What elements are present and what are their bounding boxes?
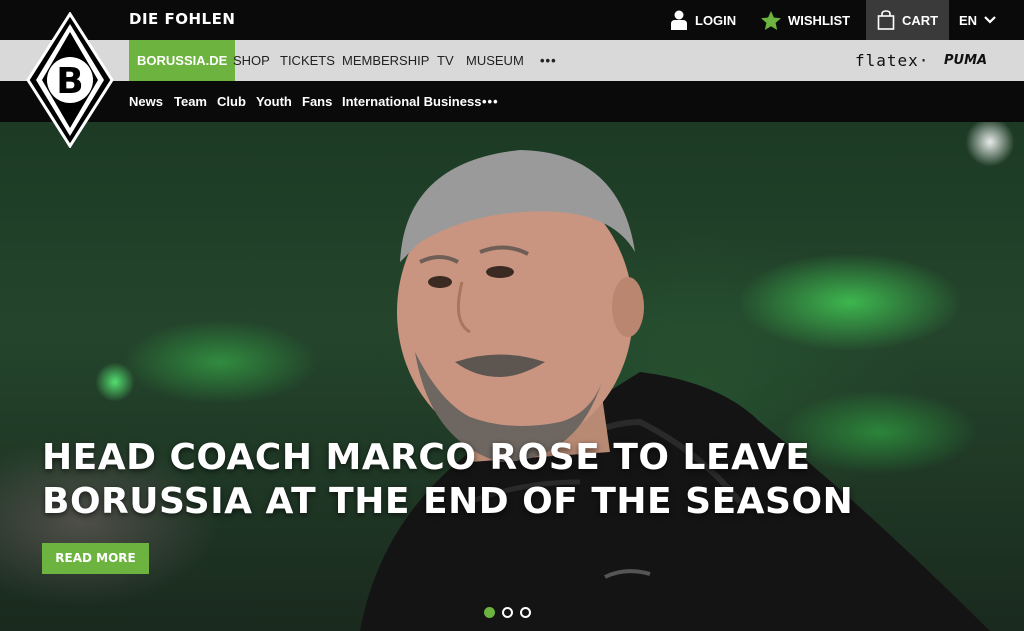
main-nav-more-button[interactable]: ••• bbox=[540, 40, 557, 81]
sponsor-puma-logo[interactable]: PUMA bbox=[944, 53, 987, 68]
subnav-item-team[interactable]: Team bbox=[174, 81, 207, 122]
user-icon bbox=[671, 10, 687, 30]
language-label: EN bbox=[959, 12, 978, 28]
subnav-item-club[interactable]: Club bbox=[217, 81, 246, 122]
subnav-more-button[interactable]: ••• bbox=[482, 81, 499, 122]
nav-item-shop[interactable]: SHOP bbox=[233, 40, 270, 81]
carousel-dot-2[interactable] bbox=[502, 607, 513, 618]
hero-headline-line-2: BORUSSIA AT THE END OF THE SEASON bbox=[42, 481, 854, 522]
nav-item-tickets[interactable]: TICKETS bbox=[280, 40, 335, 81]
carousel-indicators bbox=[484, 607, 531, 618]
sponsor-flatex-logo[interactable]: flatex· bbox=[855, 51, 929, 70]
subnav-item-youth[interactable]: Youth bbox=[256, 81, 292, 122]
site-title[interactable]: DIE FOHLEN bbox=[129, 10, 235, 28]
logo-letter: B bbox=[56, 61, 83, 102]
hero-image-coach bbox=[360, 150, 990, 631]
wishlist-button[interactable]: WISHLIST bbox=[761, 0, 850, 40]
cart-button[interactable]: CART bbox=[866, 0, 949, 40]
wishlist-label: WISHLIST bbox=[788, 12, 851, 28]
read-more-button[interactable]: READ MORE bbox=[42, 543, 149, 574]
nav-item-tv[interactable]: TV bbox=[437, 40, 454, 81]
language-selector[interactable]: EN bbox=[959, 0, 996, 40]
carousel-dot-1[interactable] bbox=[484, 607, 495, 618]
cart-label: CART bbox=[901, 12, 939, 28]
sub-nav: News Team Club Youth Fans International … bbox=[0, 81, 1024, 122]
star-icon bbox=[761, 10, 781, 30]
hero-headline[interactable]: HEAD COACH MARCO ROSE TO LEAVE BORUSSIA … bbox=[42, 436, 853, 524]
shopping-bag-icon bbox=[877, 10, 895, 30]
main-nav: BORUSSIA.DE SHOP TICKETS MEMBERSHIP TV M… bbox=[0, 40, 1024, 81]
chevron-down-icon bbox=[984, 16, 996, 24]
club-logo[interactable]: B bbox=[26, 11, 114, 149]
hero-banner[interactable]: HEAD COACH MARCO ROSE TO LEAVE BORUSSIA … bbox=[0, 122, 1024, 631]
subnav-item-international-business[interactable]: International Business bbox=[342, 81, 481, 122]
carousel-dot-3[interactable] bbox=[520, 607, 531, 618]
nav-item-membership[interactable]: MEMBERSHIP bbox=[342, 40, 429, 81]
top-bar: DIE FOHLEN LOGIN WISHLIST CART EN bbox=[0, 0, 1024, 40]
subnav-item-fans[interactable]: Fans bbox=[302, 81, 332, 122]
login-label: LOGIN bbox=[695, 12, 737, 28]
nav-item-borussia-de[interactable]: BORUSSIA.DE bbox=[129, 40, 236, 81]
nav-item-museum[interactable]: MUSEUM bbox=[466, 40, 524, 81]
login-button[interactable]: LOGIN bbox=[670, 0, 736, 40]
subnav-item-news[interactable]: News bbox=[129, 81, 163, 122]
hero-headline-line-1: HEAD COACH MARCO ROSE TO LEAVE bbox=[42, 437, 811, 478]
